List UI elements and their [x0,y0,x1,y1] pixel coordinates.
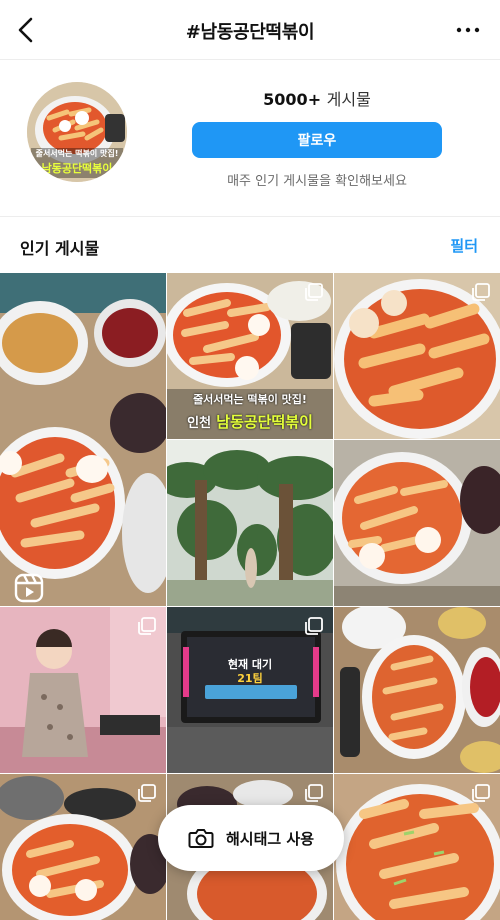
multiple-posts-icon [472,784,490,802]
post-count-unit: 게시물 [326,90,371,109]
multiple-posts-icon [305,617,323,635]
post-tile[interactable] [334,273,500,439]
use-hashtag-button[interactable]: 해시태그 사용 [158,805,344,871]
multiple-posts-icon [138,617,156,635]
filter-button[interactable]: 필터 [450,235,478,256]
kiosk-number: 21팀 [237,672,263,685]
section-title: 인기 게시물 [20,239,100,258]
post-tile[interactable]: 줄서서먹는 떡볶이 맛집! 인천 남동공단떡볶이 [167,273,333,439]
post-image [334,607,500,773]
multiple-posts-icon [305,283,323,301]
avatar-caption-2: 남동공단떡볶이 [41,162,113,175]
post-tile[interactable] [0,774,166,920]
avatar: 줄서서먹는 떡볶이 맛집! 남동공단떡볶이 [27,82,127,182]
page-title: #남동공단떡볶이 [185,22,315,43]
more-options-button[interactable] [450,14,486,46]
multiple-posts-icon [305,784,323,802]
follow-subtext: 매주 인기 게시물을 확인해보세요 [227,174,407,189]
post-count: 5000+ 게시물 [192,86,442,110]
avatar-caption-1: 줄서서먹는 떡볶이 맛집! [35,149,119,158]
post-caption-line2: 인천 남동공단떡볶이 [167,411,333,432]
reels-icon [14,573,44,603]
post-caption-line1: 줄서서먹는 떡볶이 맛집! [193,393,307,406]
post-tile[interactable] [334,774,500,920]
post-tile[interactable] [0,607,166,773]
post-count-value: 5000+ [263,90,322,109]
post-image [334,440,500,606]
camera-icon [188,829,214,848]
more-horizontal-icon [456,27,480,33]
post-tile[interactable] [334,607,500,773]
post-tile[interactable] [0,273,166,606]
follow-button[interactable]: 팔로우 [192,122,442,158]
top-bar: #남동공단떡볶이 [0,0,500,60]
hashtag-header: 줄서서먹는 떡볶이 맛집! 남동공단떡볶이 5000+ 게시물 팔로우 매주 인… [0,60,500,217]
use-hashtag-label: 해시태그 사용 [225,829,315,848]
post-image [0,273,166,606]
post-tile[interactable] [334,440,500,606]
multiple-posts-icon [472,283,490,301]
post-caption-prefix: 인천 [187,416,212,431]
multiple-posts-icon [138,784,156,802]
post-tile[interactable] [167,440,333,606]
post-tile[interactable]: 현재 대기 21팀 [167,607,333,773]
post-image [167,440,333,606]
post-caption-name: 남동공단떡볶이 [216,413,313,431]
top-posts-header: 인기 게시물 필터 [0,218,500,272]
